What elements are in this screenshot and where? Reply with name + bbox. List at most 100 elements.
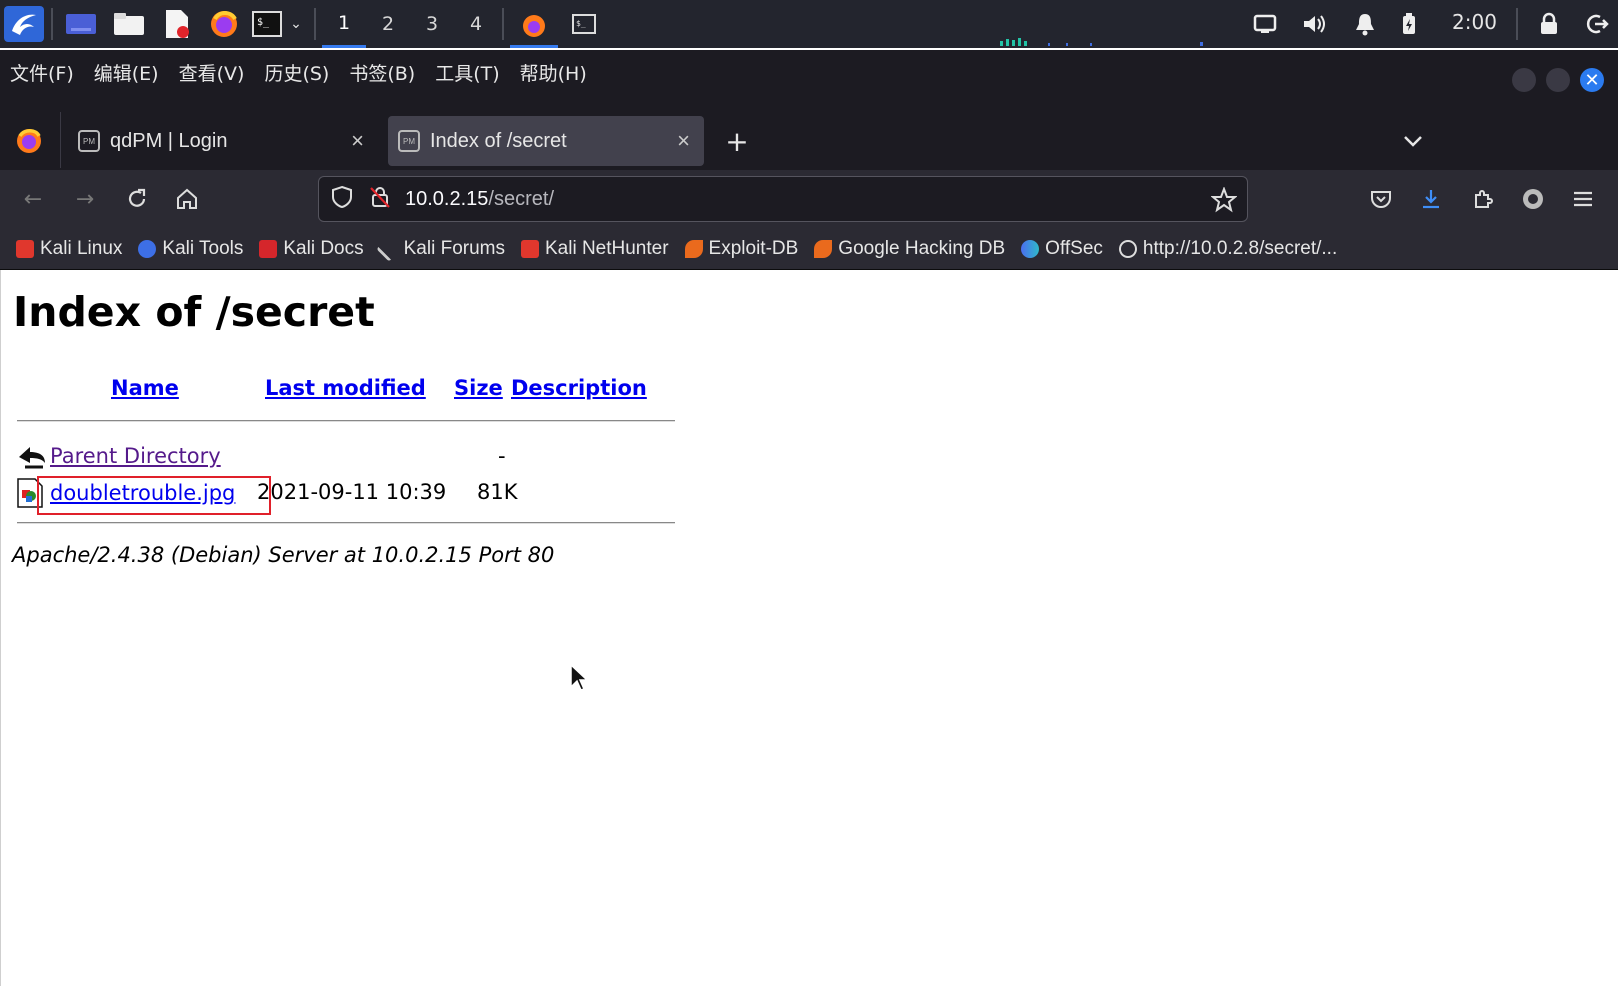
bookmark-label: Kali Forums (403, 237, 505, 259)
exploitdb-icon (684, 239, 703, 258)
battery-icon[interactable] (1397, 6, 1421, 42)
url-host: 10.0.2.15 (405, 187, 489, 210)
menu-tools[interactable]: 工具(T) (435, 59, 499, 86)
menu-history[interactable]: 历史(S) (264, 59, 329, 86)
bookmark-kali-docs[interactable]: Kali Docs (259, 237, 364, 260)
column-header-description[interactable]: Description (511, 376, 647, 400)
kali-forums-icon (375, 235, 402, 262)
close-window-button[interactable]: ✕ (1580, 68, 1604, 92)
close-tab-icon[interactable]: × (677, 128, 690, 154)
bookmark-offsec[interactable]: OffSec (1021, 238, 1103, 260)
firefox-view-icon[interactable] (14, 126, 44, 156)
annotation-highlight-box (37, 476, 271, 515)
bookmark-kali-nethunter[interactable]: Kali NetHunter (520, 237, 669, 260)
tab-index-of-secret[interactable]: PM Index of /secret × (388, 116, 704, 166)
display-icon[interactable] (1250, 6, 1280, 42)
volume-icon[interactable] (1300, 6, 1330, 42)
bookmark-star-icon[interactable] (1210, 186, 1238, 217)
table-row: Parent Directory (17, 440, 221, 472)
terminal-launcher-icon[interactable]: $_ (249, 6, 285, 42)
column-header-name[interactable]: Name (111, 376, 179, 400)
menu-view[interactable]: 查看(V) (179, 59, 245, 86)
insecure-lock-icon[interactable] (369, 185, 393, 213)
bookmark-kali-forums[interactable]: Kali Forums (375, 235, 505, 262)
logout-icon[interactable] (1582, 6, 1612, 42)
lock-screen-icon[interactable] (1534, 6, 1564, 42)
bookmark-kali-linux[interactable]: Kali Linux (16, 238, 122, 260)
menu-help[interactable]: 帮助(H) (520, 59, 587, 86)
close-tab-icon[interactable]: × (351, 128, 364, 154)
kali-tools-icon (138, 239, 157, 258)
file-manager-icon[interactable] (110, 6, 148, 42)
show-desktop-icon[interactable] (62, 6, 100, 42)
menu-edit[interactable]: 编辑(E) (94, 59, 159, 86)
pm-favicon-icon: PM (78, 130, 100, 152)
bookmark-label: Kali NetHunter (544, 237, 669, 259)
offsec-icon (1021, 239, 1040, 258)
panel-separator (51, 8, 53, 40)
notification-bell-icon[interactable] (1350, 6, 1380, 42)
back-arrow-icon[interactable]: ← (16, 182, 50, 216)
nethunter-icon (520, 239, 539, 258)
tab-title: qdPM | Login (110, 129, 228, 152)
workspace-4[interactable]: 4 (454, 0, 498, 48)
hamburger-menu-icon[interactable] (1566, 182, 1600, 216)
extensions-puzzle-icon[interactable] (1466, 182, 1500, 216)
bookmark-google-hacking-db[interactable]: Google Hacking DB (814, 238, 1005, 260)
tracking-shield-icon[interactable] (331, 185, 355, 213)
tab-bar: PM qdPM | Login × PM Index of /secret × … (0, 94, 1618, 170)
column-header-last-modified[interactable]: Last modified (265, 376, 426, 400)
new-tab-plus-icon[interactable]: + (722, 125, 752, 158)
home-icon[interactable] (170, 182, 204, 216)
account-circle-icon[interactable] (1516, 182, 1550, 216)
minimize-button[interactable] (1512, 68, 1536, 92)
pm-favicon-icon: PM (398, 130, 420, 152)
list-all-tabs-chevron-icon[interactable] (1398, 126, 1428, 156)
bookmark-kali-tools[interactable]: Kali Tools (138, 238, 243, 260)
text-editor-icon[interactable] (158, 6, 196, 42)
panel-separator (502, 8, 504, 40)
tab-separator (60, 112, 61, 168)
bookmark-label: OffSec (1045, 237, 1103, 259)
reload-icon[interactable] (120, 182, 154, 216)
kali-menu-icon[interactable] (4, 6, 44, 42)
mouse-pointer-icon (569, 663, 589, 697)
bookmark-label: http://10.0.2.8/secret/... (1142, 237, 1338, 259)
maximize-button[interactable] (1546, 68, 1570, 92)
bookmark-label: Kali Linux (40, 237, 123, 259)
chevron-down-icon[interactable]: ⌄ (287, 6, 305, 42)
parent-directory-link[interactable]: Parent Directory (50, 444, 221, 468)
tab-qdpm-login[interactable]: PM qdPM | Login × (68, 116, 378, 166)
pocket-icon[interactable] (1364, 182, 1398, 216)
svg-text:$_: $_ (576, 19, 586, 28)
workspace-1[interactable]: 1 (322, 0, 366, 48)
bookmark-label: Google Hacking DB (838, 237, 1006, 259)
taskbar-terminal-window[interactable]: $_ (566, 6, 602, 42)
kali-dragon-icon (16, 239, 34, 258)
column-header-size[interactable]: Size (454, 376, 503, 400)
menu-file[interactable]: 文件(F) (10, 59, 74, 86)
bookmark-label: Kali Docs (283, 237, 364, 259)
taskbar-firefox-window[interactable] (510, 6, 558, 48)
bookmark-exploit-db[interactable]: Exploit-DB (684, 238, 798, 260)
table-divider (17, 420, 675, 422)
panel-clock[interactable]: 2:00 (1452, 10, 1497, 34)
doubletrouble-last-modified: 2021-09-11 10:39 (257, 480, 447, 504)
downloads-icon[interactable] (1414, 182, 1448, 216)
menu-bookmarks[interactable]: 书签(B) (349, 59, 415, 86)
firefox-menubar: 文件(F) 编辑(E) 查看(V) 历史(S) 书签(B) 工具(T) 帮助(H… (0, 50, 1618, 94)
parent-directory-size: - (498, 444, 506, 468)
url-text[interactable]: 10.0.2.15/secret/ (405, 188, 554, 211)
firefox-launcher-icon[interactable] (205, 6, 243, 42)
kali-docs-icon (259, 239, 278, 258)
bookmark-10-0-2-8-secret[interactable]: http://10.0.2.8/secret/... (1118, 237, 1338, 260)
table-divider (17, 522, 675, 524)
workspace-2[interactable]: 2 (366, 0, 410, 48)
server-signature: Apache/2.4.38 (Debian) Server at 10.0.2.… (12, 543, 555, 567)
forward-arrow-icon[interactable]: → (68, 182, 102, 216)
page-content: Index of /secret Name Last modified Size… (0, 270, 1618, 986)
url-bar[interactable]: 10.0.2.15/secret/ (318, 176, 1248, 222)
network-activity-graph (1000, 38, 1220, 46)
workspace-3[interactable]: 3 (410, 0, 454, 48)
globe-icon (1118, 239, 1137, 258)
